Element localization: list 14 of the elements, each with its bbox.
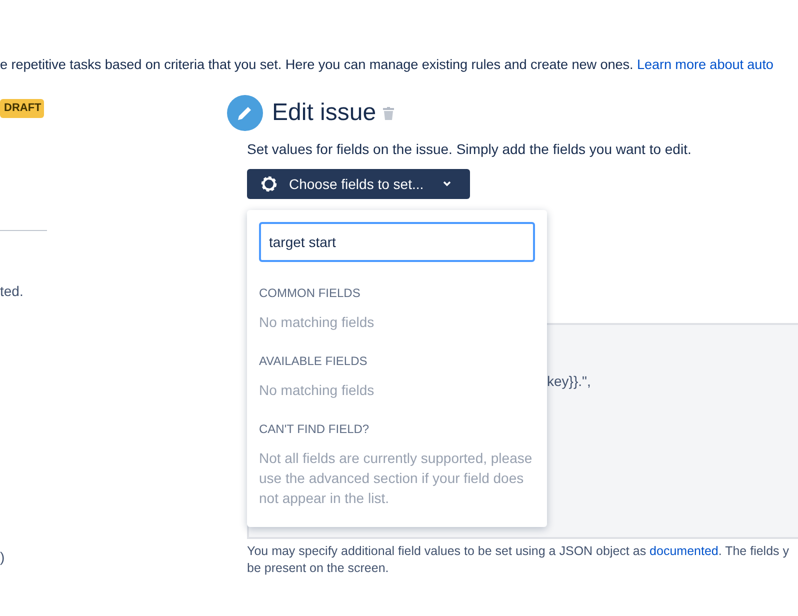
section-message: Not all fields are currently supported, please use the advanced section if your field does not appear in the list.	[259, 449, 534, 508]
action-title: Edit issue	[272, 98, 376, 128]
section-heading: CAN'T FIND FIELD?	[259, 422, 370, 436]
action-description: Set values for fields on the issue. Simply add the fields you want to edit.	[247, 140, 692, 159]
section-heading: AVAILABLE FIELDS	[259, 354, 368, 368]
section-heading: COMMON FIELDS	[259, 286, 362, 300]
hint-text: You may specify additional field values to be set using a JSON object as documented. The fields y be present on the screen.	[247, 543, 790, 577]
section-message: No matching fields	[259, 381, 376, 400]
section-message: No matching fields	[259, 313, 376, 332]
advanced-text: key}}.",	[547, 373, 591, 389]
intro-text: e repetitive tasks based on criteria that you set. Here you can manage existing rules and create new ones. Learn more about auto	[0, 56, 774, 74]
sidebar-text: ted.	[0, 282, 24, 300]
sidebar-text: )	[0, 548, 6, 566]
draft-badge: DRAFT	[0, 99, 44, 118]
